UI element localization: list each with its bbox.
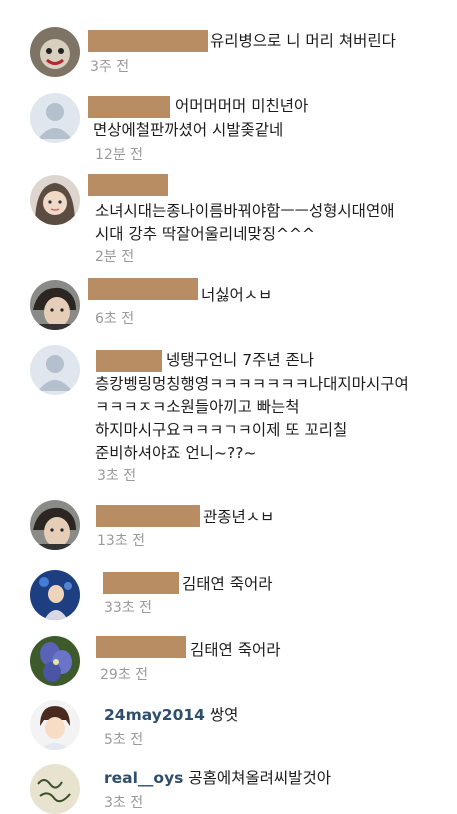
comment-text: 너싫어ㅅㅂ bbox=[201, 286, 273, 304]
comment-text: ㅋㅋㅋㅈㅋ소원들아끼고 빠는척 bbox=[95, 398, 300, 416]
comment-text: 어머머머머 미친년아 bbox=[175, 97, 309, 115]
concert-photo-avatar[interactable] bbox=[30, 570, 80, 620]
comment-timestamp: 3초 전 bbox=[104, 795, 144, 811]
redacted-username bbox=[88, 30, 208, 52]
redacted-username bbox=[96, 636, 186, 658]
comment-timestamp: 3초 전 bbox=[97, 468, 137, 484]
redacted-username bbox=[96, 505, 200, 527]
comment-timestamp: 12분 전 bbox=[95, 147, 144, 163]
redacted-username bbox=[88, 174, 168, 196]
anime-boy-avatar[interactable] bbox=[30, 700, 80, 750]
comment-text: 준비하셔야죠 언니~??~ bbox=[95, 444, 257, 462]
comment-text: 관종년ㅅㅂ bbox=[203, 508, 275, 526]
handwriting-avatar[interactable] bbox=[30, 764, 80, 814]
boy-photo-avatar[interactable] bbox=[30, 280, 80, 330]
comment-text: 넹탱구언니 7주년 존나 bbox=[166, 351, 315, 369]
comment-text: 층캉벵링멍칭행영ㅋㅋㅋㅋㅋㅋㅋ나대지마시구여 bbox=[95, 375, 409, 393]
comment-username[interactable]: 24may2014 bbox=[104, 706, 205, 724]
comment-timestamp: 6초 전 bbox=[95, 311, 135, 327]
default-person-avatar[interactable] bbox=[30, 93, 80, 143]
comment-text: 소녀시대는종나이름바꿔야함ㅡㅡ성형시대연애 bbox=[95, 202, 395, 220]
comment-text: 김태연 죽어라 bbox=[190, 641, 281, 659]
comment-text: 하지마시구요ㅋㅋㅋㄱㅋ이제 또 꼬리칠 bbox=[95, 421, 348, 439]
comment-timestamp: 3주 전 bbox=[90, 59, 130, 75]
comment-text: 면상에철판까셨어 시발좆같네 bbox=[93, 121, 284, 139]
comment-text: 유리병으로 니 머리 쳐버린다 bbox=[210, 32, 396, 50]
default-person-avatar[interactable] bbox=[30, 345, 80, 395]
comment-text: real__oys 공홈에쳐올려씨발것아 bbox=[104, 769, 331, 787]
comment-timestamp: 33초 전 bbox=[104, 600, 153, 616]
redacted-username bbox=[88, 278, 198, 300]
redacted-username bbox=[103, 572, 179, 594]
comment-timestamp: 5초 전 bbox=[104, 732, 144, 748]
comment-timestamp: 2분 전 bbox=[95, 249, 135, 265]
redacted-username bbox=[88, 96, 170, 118]
cartoon-face-avatar[interactable] bbox=[30, 27, 80, 77]
redacted-username bbox=[96, 350, 162, 372]
comment-username[interactable]: real__oys bbox=[104, 769, 183, 787]
comment-timestamp: 13초 전 bbox=[97, 533, 146, 549]
comment-text: 24may2014 쌍엿 bbox=[104, 706, 239, 724]
boy-photo-avatar[interactable] bbox=[30, 500, 80, 550]
comment-text: 시대 강추 딱잘어울리네맞징^^^ bbox=[95, 225, 315, 243]
girl-photo-avatar[interactable] bbox=[30, 175, 80, 225]
comment-timestamp: 29초 전 bbox=[100, 667, 149, 683]
flower-photo-avatar[interactable] bbox=[30, 636, 80, 686]
comment-text: 김태연 죽어라 bbox=[182, 575, 273, 593]
